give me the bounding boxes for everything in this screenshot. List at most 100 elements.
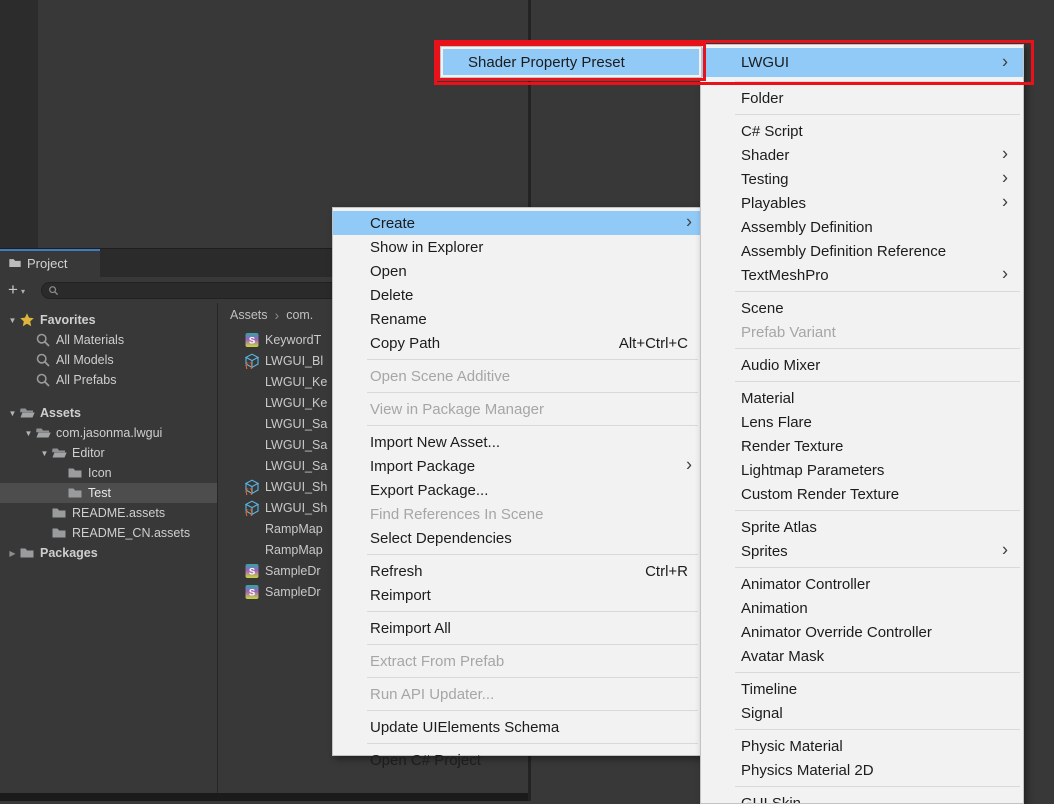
submenu-item[interactable]: Physic Material › [701, 734, 1023, 758]
expand-arrow-icon[interactable]: ▶ [6, 549, 19, 558]
shader-icon: S {} [244, 500, 260, 516]
submenu-item[interactable]: Material › [701, 386, 1023, 410]
submenu-item[interactable]: › [735, 729, 1020, 730]
tree-item[interactable]: All Materials [0, 330, 217, 350]
expand-arrow-icon[interactable]: ▼ [38, 449, 51, 458]
submenu-item[interactable]: Signal › [701, 701, 1023, 725]
submenu-item[interactable]: C# Script › [701, 119, 1023, 143]
menu-item[interactable]: Reimport › [333, 583, 701, 607]
chevron-down-icon[interactable]: ▾ [21, 287, 25, 296]
submenu-item[interactable]: Sprite Atlas › [701, 515, 1023, 539]
menu-item[interactable]: Update UIElements Schema › [333, 715, 701, 739]
submenu-item[interactable]: Lens Flare › [701, 410, 1023, 434]
submenu-item[interactable]: › [735, 81, 1020, 82]
menu-item[interactable]: › [367, 644, 698, 645]
submenu-item[interactable]: › [735, 567, 1020, 568]
script-icon: S {} [244, 332, 260, 348]
search-icon [48, 285, 59, 296]
tree-item[interactable]: README_CN.assets [0, 523, 217, 543]
submenu-item[interactable]: Testing › [701, 167, 1023, 191]
submenu-item[interactable]: › [735, 786, 1020, 787]
submenu-item[interactable]: › [735, 291, 1020, 292]
submenu-item[interactable]: GUI Skin › [701, 791, 1023, 804]
menu-item[interactable]: Run API Updater... › [333, 682, 701, 706]
shader-icon: S {} [244, 479, 260, 495]
submenu-item[interactable]: › [735, 114, 1020, 115]
tree-item[interactable]: ▶ Packages [0, 543, 217, 563]
menu-item[interactable]: Import Package › [333, 454, 701, 478]
expand-arrow-icon[interactable]: ▼ [6, 316, 19, 325]
expand-arrow-icon[interactable]: ▼ [6, 409, 19, 418]
menu-item[interactable]: › [367, 710, 698, 711]
submenu-item[interactable]: Shader › [701, 143, 1023, 167]
menu-item[interactable]: › [367, 359, 698, 360]
menu-item[interactable]: Extract From Prefab › [333, 649, 701, 673]
material-icon: S {} [244, 374, 260, 390]
menu-item[interactable]: Create › [333, 211, 701, 235]
menu-item[interactable]: Refresh Ctrl+R › [333, 559, 701, 583]
tree-item[interactable]: ▼ Editor [0, 443, 217, 463]
breadcrumb-current[interactable]: com. [286, 308, 313, 322]
submenu-item[interactable]: Prefab Variant › [701, 320, 1023, 344]
expand-arrow-icon[interactable]: ▼ [22, 429, 35, 438]
breadcrumb-root[interactable]: Assets [230, 308, 268, 322]
menu-item[interactable]: Delete › [333, 283, 701, 307]
submenu-item[interactable]: TextMeshPro › [701, 263, 1023, 287]
submenu-item[interactable]: Render Texture › [701, 434, 1023, 458]
menu-item[interactable]: › [367, 611, 698, 612]
menu-item[interactable]: Select Dependencies › [333, 526, 701, 550]
menu-item[interactable]: Open C# Project › [333, 748, 701, 772]
submenu-item[interactable]: Audio Mixer › [701, 353, 1023, 377]
menu-item[interactable]: Rename › [333, 307, 701, 331]
menu-item[interactable]: › [367, 554, 698, 555]
submenu-item[interactable]: › [735, 348, 1020, 349]
submenu-item[interactable]: Scene › [701, 296, 1023, 320]
tree-item[interactable]: Test [0, 483, 217, 503]
submenu-item[interactable]: › [735, 381, 1020, 382]
submenu-item[interactable]: Physics Material 2D › [701, 758, 1023, 782]
menu-item[interactable]: Open Scene Additive › [333, 364, 701, 388]
submenu-item[interactable]: Folder › [701, 86, 1023, 110]
menu-item[interactable]: View in Package Manager › [333, 397, 701, 421]
submenu-item[interactable]: Animator Controller › [701, 572, 1023, 596]
submenu-item[interactable]: › [735, 672, 1020, 673]
submenu-item[interactable]: LWGUI › [701, 48, 1023, 77]
submenu-item[interactable]: › [735, 510, 1020, 511]
tree-item[interactable]: All Prefabs [0, 370, 217, 390]
menu-item[interactable]: Copy Path Alt+Ctrl+C › [333, 331, 701, 355]
submenu-item[interactable]: Sprites › [701, 539, 1023, 563]
tree-item[interactable]: Icon [0, 463, 217, 483]
menu-item[interactable]: Open › [333, 259, 701, 283]
submenu-item[interactable]: Avatar Mask › [701, 644, 1023, 668]
submenu-item[interactable]: Lightmap Parameters › [701, 458, 1023, 482]
submenu-item[interactable]: Playables › [701, 191, 1023, 215]
tree-item[interactable]: ▼ Favorites [0, 310, 217, 330]
star-icon [19, 312, 35, 328]
tab-project[interactable]: Project [0, 249, 100, 277]
submenu-item[interactable]: Timeline › [701, 677, 1023, 701]
tree-item[interactable]: ▼ com.jasonma.lwgui [0, 423, 217, 443]
folder-icon [51, 505, 67, 521]
submenu-item[interactable]: Assembly Definition › [701, 215, 1023, 239]
tree-item[interactable]: README.assets [0, 503, 217, 523]
menu-item[interactable]: Import New Asset... › [333, 430, 701, 454]
tree-item[interactable]: All Models [0, 350, 217, 370]
menu-item[interactable]: › [367, 392, 698, 393]
tree-item[interactable]: ▼ Assets [0, 403, 217, 423]
shader-property-preset-item[interactable]: Shader Property Preset [443, 49, 699, 75]
submenu-item[interactable]: Assembly Definition Reference › [701, 239, 1023, 263]
menu-item[interactable]: › [367, 677, 698, 678]
menu-item[interactable]: › [367, 743, 698, 744]
menu-item[interactable]: Export Package... › [333, 478, 701, 502]
search-icon [35, 352, 51, 368]
add-asset-button[interactable]: + [8, 282, 18, 298]
submenu-item[interactable]: Animation › [701, 596, 1023, 620]
search-icon [35, 332, 51, 348]
submenu-item[interactable]: Custom Render Texture › [701, 482, 1023, 506]
menu-item[interactable]: Reimport All › [333, 616, 701, 640]
submenu-item[interactable]: Animator Override Controller › [701, 620, 1023, 644]
menu-item[interactable]: Find References In Scene › [333, 502, 701, 526]
menu-item[interactable]: Show in Explorer › [333, 235, 701, 259]
menu-item[interactable]: › [367, 425, 698, 426]
texture-icon: S {} [244, 521, 260, 537]
